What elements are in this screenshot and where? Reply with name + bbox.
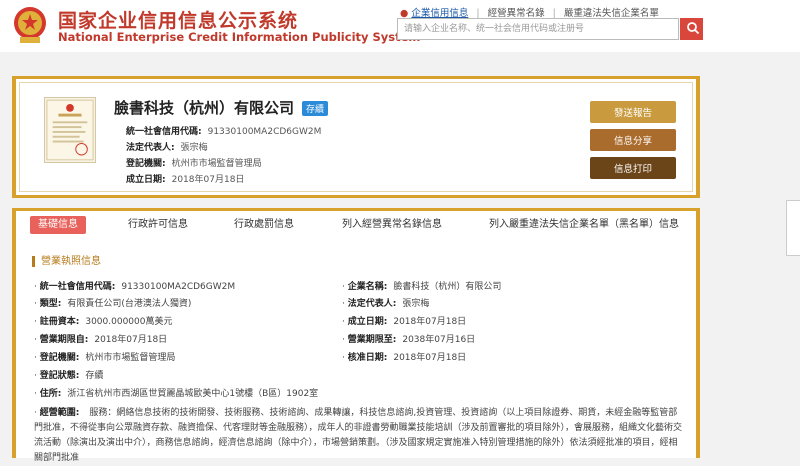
field-label: 法定代表人: [347, 299, 397, 309]
tab-admin-license[interactable]: 行政許可信息 [128, 216, 188, 234]
bullet-icon: · [342, 299, 345, 309]
section-title: 營業執照信息 [32, 256, 101, 267]
field-label: 營業期限自: [39, 335, 89, 345]
bullet-icon: · [34, 389, 37, 399]
tab-blacklist[interactable]: 列入嚴重違法失信企業名單（黑名單）信息 [489, 216, 679, 234]
header-divider [0, 52, 800, 70]
field-label: 註冊資本: [39, 317, 80, 327]
field-value: 2018年07月18日 [94, 335, 168, 345]
tab-bar: 基礎信息 行政許可信息 行政處罰信息 列入經營異常名錄信息 列入嚴重違法失信企業… [12, 208, 700, 238]
field-value: 臉書科技（杭州）有限公司 [393, 282, 502, 292]
field-value: 2018年07月18日 [393, 317, 467, 327]
field-label: 企業名稱: [347, 282, 388, 292]
info-row: · 類型: 有限責任公司(台港澳法人獨資) [34, 296, 191, 309]
card-credit-code: 統一社會信用代碼: 91330100MA2CD6GW2M [126, 124, 321, 137]
card-value: 張宗梅 [180, 143, 208, 153]
company-card: 臉書科技（杭州）有限公司 存續 統一社會信用代碼: 91330100MA2CD6G… [12, 76, 700, 198]
field-label: 經營範圍: [39, 408, 80, 418]
field-value: 服務：網絡信息技術的技術開發、技術服務、技術諮詢、成果轉讓，科技信息諮詢,投資管… [34, 408, 683, 463]
side-panel [786, 200, 800, 256]
field-label: 核准日期: [347, 353, 388, 363]
info-row: · 核准日期: 2018年07月18日 [342, 350, 466, 363]
tab-admin-penalty[interactable]: 行政處罰信息 [234, 216, 294, 234]
search-input[interactable]: 请输入企业名称、统一社会信用代码或注册号 [397, 18, 679, 40]
field-value: 有限責任公司(台港澳法人獨資) [67, 299, 192, 309]
field-value: 2038年07月16日 [402, 335, 476, 345]
field-label: 營業期限至: [347, 335, 397, 345]
card-label: 成立日期: [126, 175, 166, 185]
info-row: · 登記狀態: 存續 [34, 368, 103, 381]
bullet-icon: · [34, 299, 37, 309]
card-authority: 登記機關: 杭州市市場監督管理局 [126, 156, 262, 169]
field-value: 張宗梅 [402, 299, 430, 309]
card-label: 登記機關: [126, 159, 166, 169]
business-scope: · 經營範圍: 服務：網絡信息技術的技術開發、技術服務、技術諮詢、成果轉讓，科技信… [34, 406, 684, 466]
field-label: 住所: [39, 389, 62, 399]
top-nav: ● 企業信用信息 | 經營異常名錄 | 嚴重違法失信企業名單 [400, 8, 659, 19]
basic-info-panel: 營業執照信息 · 統一社會信用代碼: 91330100MA2CD6GW2M · 類… [12, 238, 700, 463]
bullet-icon: · [342, 282, 345, 292]
search-button[interactable] [680, 18, 703, 40]
site-title: 国家企业信用信息公示系统 [58, 10, 299, 32]
send-report-button[interactable]: 發送報告 [590, 101, 676, 123]
field-label: 登記狀態: [39, 371, 80, 381]
status-badge: 存續 [302, 101, 329, 116]
field-label: 統一社會信用代碼: [39, 282, 116, 292]
field-label: 類型: [39, 299, 62, 309]
field-value: 浙江省杭州市西湖區世貿麗晶城歐美中心1號樓（B區）1902室 [67, 389, 319, 399]
share-info-button[interactable]: 信息分享 [590, 129, 676, 151]
bullet-icon: · [342, 317, 345, 327]
bullet-icon: · [34, 353, 37, 363]
business-license-icon [44, 97, 96, 163]
bullet-icon: · [34, 335, 37, 345]
bullet-icon: · [342, 335, 345, 345]
info-row: · 登記機關: 杭州市市場監督管理局 [34, 350, 175, 363]
field-value: 存續 [85, 371, 104, 381]
site-subtitle: National Enterprise Credit Information P… [58, 30, 421, 44]
bullet-icon: · [342, 353, 345, 363]
field-value: 杭州市市場監督管理局 [85, 353, 176, 363]
bullet-icon: · [34, 371, 37, 381]
info-row: · 企業名稱: 臉書科技（杭州）有限公司 [342, 279, 501, 292]
field-value: 3000.000000萬美元 [85, 317, 173, 327]
info-row: · 統一社會信用代碼: 91330100MA2CD6GW2M [34, 279, 235, 292]
card-value: 2018年07月18日 [171, 175, 245, 185]
card-value: 91330100MA2CD6GW2M [207, 127, 322, 137]
info-row: · 註冊資本: 3000.000000萬美元 [34, 314, 172, 327]
bullet-icon: · [34, 282, 37, 292]
bullet-icon: · [34, 317, 37, 327]
card-legal-rep: 法定代表人: 張宗梅 [126, 140, 208, 153]
info-row: · 營業期限自: 2018年07月18日 [34, 332, 167, 345]
card-label: 法定代表人: [126, 143, 175, 153]
info-row: · 法定代表人: 張宗梅 [342, 296, 429, 309]
tab-basic-info[interactable]: 基礎信息 [30, 216, 86, 234]
info-row: · 營業期限至: 2038年07月16日 [342, 332, 475, 345]
info-row: · 成立日期: 2018年07月18日 [342, 314, 466, 327]
field-value: 91330100MA2CD6GW2M [121, 282, 236, 292]
field-label: 登記機關: [39, 353, 80, 363]
card-value: 杭州市市場監督管理局 [171, 159, 262, 169]
bullet-icon: · [34, 408, 37, 418]
card-establish-date: 成立日期: 2018年07月18日 [126, 172, 244, 185]
address-row: · 住所: 浙江省杭州市西湖區世貿麗晶城歐美中心1號樓（B區）1902室 [34, 386, 318, 399]
card-label: 統一社會信用代碼: [126, 127, 202, 137]
field-label: 成立日期: [347, 317, 388, 327]
print-info-button[interactable]: 信息打印 [590, 157, 676, 179]
tab-abnormal-list[interactable]: 列入經營異常名錄信息 [342, 216, 442, 234]
national-emblem-icon [14, 7, 46, 43]
site-header: 国家企业信用信息公示系统 National Enterprise Credit … [0, 0, 800, 52]
company-name: 臉書科技（杭州）有限公司 [114, 99, 295, 117]
field-value: 2018年07月18日 [393, 353, 467, 363]
search-icon [687, 21, 700, 34]
